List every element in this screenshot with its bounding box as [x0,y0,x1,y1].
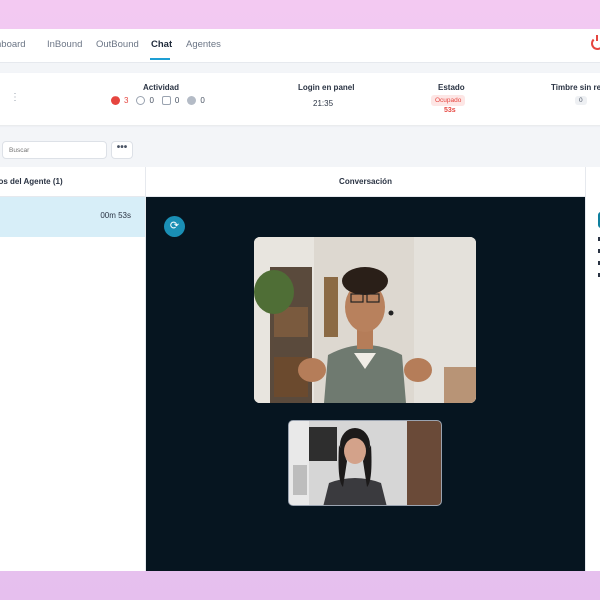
conversation-title: Conversación [339,177,392,186]
tab-dashboard[interactable]: hboard [0,39,26,50]
instagram-icon [161,96,171,105]
agent-chats-header: vos del Agente (1) [0,167,145,197]
instagram-count: 0 [174,96,180,105]
facebook-counter: 0 [187,96,205,105]
agent-stats-card: ⋮ Actividad 3 0 0 0 Login en panel 21:35… [0,73,600,125]
status-badge: Ocupado [431,95,466,106]
remote-video-frame [254,237,476,403]
chat-bubble-icon [111,93,120,105]
login-time: 21:35 [313,99,334,108]
activity-counters: 3 0 0 0 [111,93,213,105]
top-navigation: hboard InBound OutBound Chat Agentes [0,29,600,63]
agent-chats-panel: vos del Agente (1) 00m 53s [0,167,146,571]
remote-video [254,237,476,403]
video-call-area: ⟳ [146,197,585,571]
login-label: Login en panel [298,83,355,92]
more-vert-icon[interactable]: ⋮ [10,93,20,103]
list-item[interactable]: 00m 53s [0,197,145,237]
tab-outbound[interactable]: OutBound [96,39,139,50]
whatsapp-counter: 0 [136,96,154,105]
tab-inbound[interactable]: InBound [47,39,82,50]
chat-timer: 00m 53s [100,211,131,220]
contact-details-panel [585,167,600,571]
instagram-counter: 0 [161,96,180,105]
self-video-frame [289,421,441,505]
active-tab-indicator [150,58,170,60]
facebook-count: 0 [200,96,205,105]
more-options-button[interactable]: ••• [111,141,133,159]
app-window: hboard InBound OutBound Chat Agentes ⋮ A… [0,29,600,571]
refresh-icon[interactable]: ⟳ [164,216,185,237]
actividad-label: Actividad [143,83,180,92]
tab-chat[interactable]: Chat [151,39,172,50]
whatsapp-count: 0 [149,96,154,105]
timbre-label: Timbre sin res [551,83,600,92]
tab-agentes[interactable]: Agentes [186,39,221,50]
messages-counter: 3 [111,93,129,105]
status-time: 53s [444,107,456,114]
conversation-header: Conversación [146,167,585,197]
timbre-count: 0 [575,96,587,105]
messenger-icon [187,96,197,105]
power-icon[interactable] [591,35,600,50]
messages-count: 3 [124,96,129,105]
self-video [288,420,442,506]
agent-chats-title: vos del Agente (1) [0,177,63,186]
estado-label: Estado [438,83,465,92]
search-input[interactable] [2,141,107,159]
whatsapp-icon [136,96,146,105]
